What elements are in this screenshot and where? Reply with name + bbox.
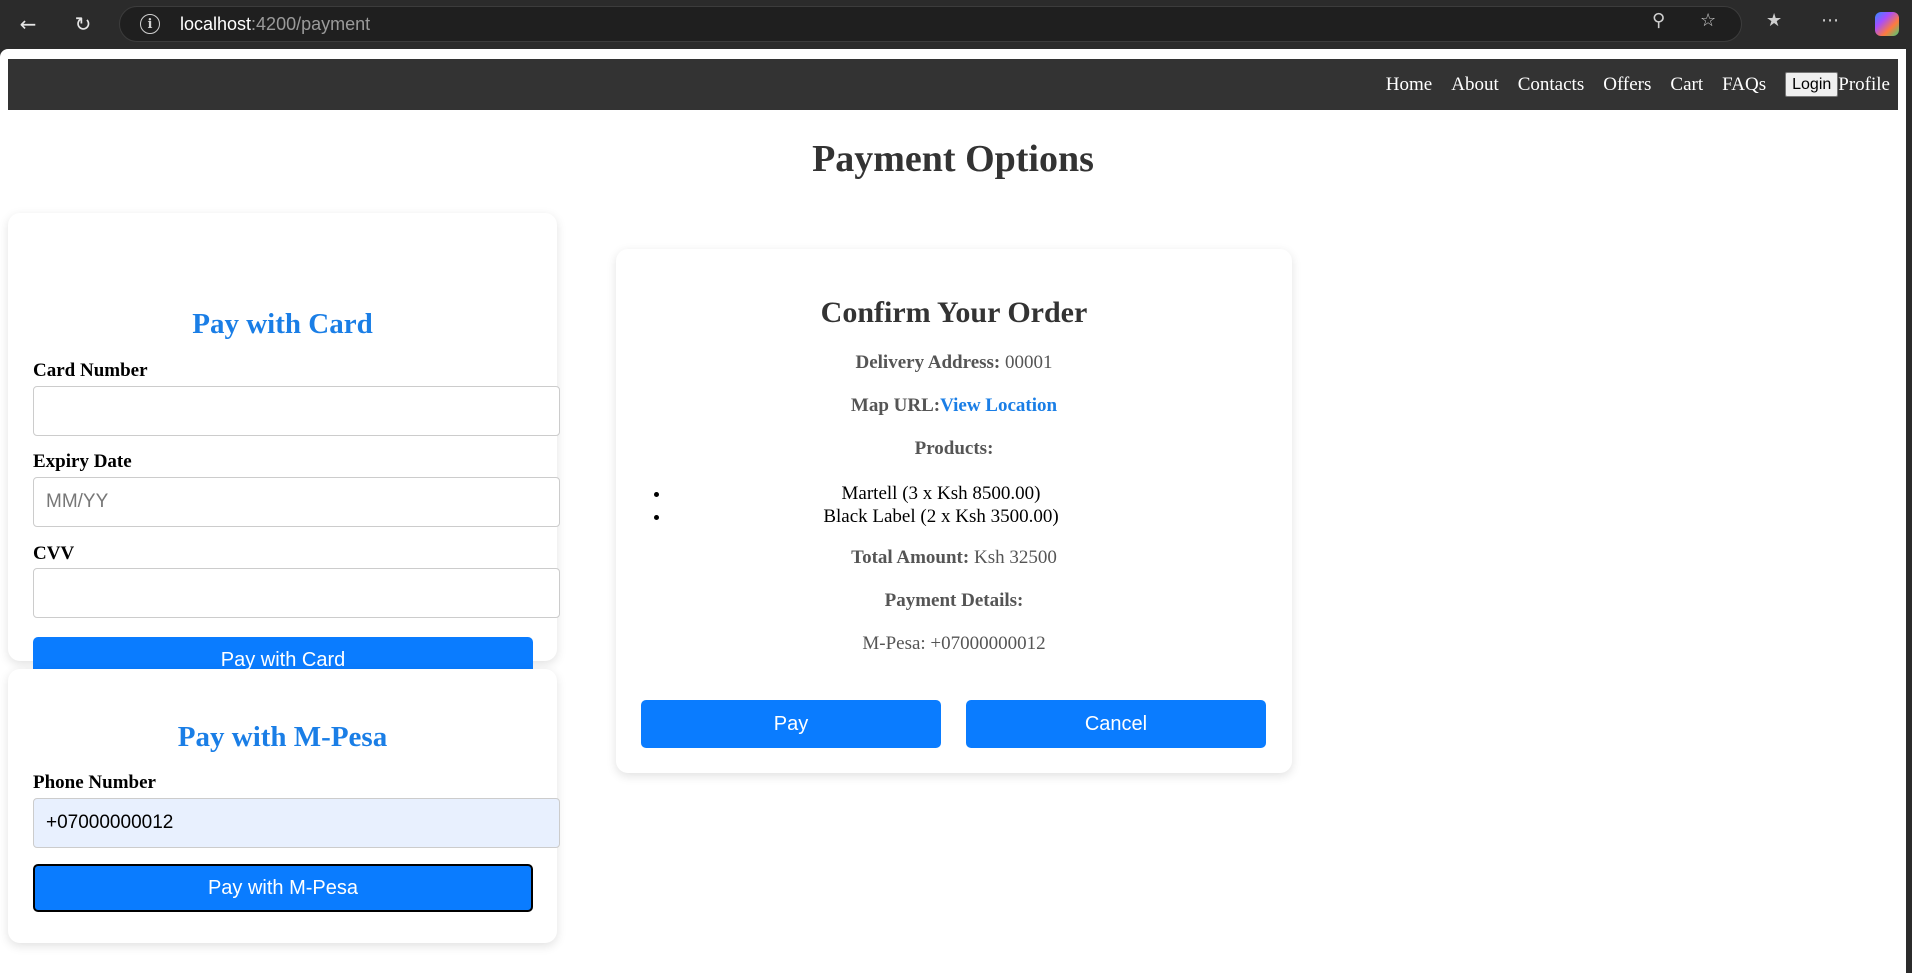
- page-title: Payment Options: [812, 138, 1094, 180]
- url-host: localhost: [180, 13, 252, 34]
- delivery-address-value: 00001: [1005, 352, 1053, 373]
- pay-with-mpesa-button[interactable]: Pay with M-Pesa: [33, 864, 533, 912]
- nav-contacts[interactable]: Contacts: [1518, 74, 1585, 96]
- pay-button[interactable]: Pay: [641, 700, 941, 748]
- card-payment-heading: Pay with Card: [192, 308, 373, 340]
- nav-cart[interactable]: Cart: [1670, 74, 1703, 96]
- list-item: Martell (3 x Ksh 8500.00): [671, 482, 1211, 505]
- mpesa-payment-heading: Pay with M-Pesa: [177, 721, 388, 753]
- phone-number-label: Phone Number: [33, 772, 156, 793]
- confirm-order-heading: Confirm Your Order: [820, 296, 1088, 329]
- payment-details-value: M-Pesa: +07000000012: [862, 633, 1046, 654]
- products-label: Products:: [914, 438, 994, 459]
- delivery-address: Delivery Address: 00001: [616, 352, 1292, 374]
- favorites-icon[interactable]: ★: [1766, 10, 1782, 31]
- total-amount-value: Ksh 32500: [973, 547, 1057, 568]
- url-path: :4200/payment: [251, 13, 371, 34]
- cvv-label: CVV: [33, 543, 75, 564]
- card-number-label: Card Number: [33, 360, 148, 381]
- nav-home[interactable]: Home: [1386, 74, 1432, 96]
- confirm-order-panel: Confirm Your Order Delivery Address: 000…: [616, 249, 1292, 773]
- key-icon[interactable]: ⚲: [1652, 10, 1665, 31]
- card-number-input[interactable]: [33, 386, 560, 436]
- nav-offers[interactable]: Offers: [1603, 74, 1651, 96]
- nav-faqs[interactable]: FAQs: [1722, 74, 1766, 96]
- delivery-address-label: Delivery Address:: [855, 352, 1001, 373]
- total-amount: Total Amount: Ksh 32500: [616, 547, 1292, 569]
- payment-details-label: Payment Details:: [884, 590, 1024, 611]
- star-icon[interactable]: ☆: [1700, 10, 1716, 31]
- expiry-date-input[interactable]: [33, 477, 560, 527]
- expiry-date-label: Expiry Date: [33, 451, 132, 472]
- browser-toolbar: ← ↻ i localhost:4200/payment ⚲ ☆ ★ ⋯: [0, 0, 1912, 49]
- more-icon[interactable]: ⋯: [1821, 10, 1839, 31]
- reload-icon[interactable]: ↻: [63, 8, 103, 40]
- login-button[interactable]: Login: [1785, 72, 1839, 97]
- cvv-input[interactable]: [33, 568, 560, 618]
- address-bar[interactable]: i localhost:4200/payment: [119, 6, 1742, 42]
- product-list: Martell (3 x Ksh 8500.00) Black Label (2…: [671, 482, 1211, 528]
- card-payment-panel: Pay with Card Card Number Expiry Date CV…: [8, 213, 560, 684]
- view-location-link[interactable]: View Location: [940, 395, 1057, 416]
- navbar: Home About Contacts Offers Cart FAQs Log…: [8, 59, 1898, 110]
- page-viewport: Home About Contacts Offers Cart FAQs Log…: [0, 49, 1906, 973]
- mpesa-payment-panel: Pay with M-Pesa Phone Number Pay with M-…: [8, 669, 560, 943]
- nav-profile[interactable]: Profile: [1838, 74, 1890, 96]
- nav-about[interactable]: About: [1451, 74, 1499, 96]
- payment-details-heading: Payment Details:: [616, 590, 1292, 612]
- cancel-button[interactable]: Cancel: [966, 700, 1266, 748]
- copilot-icon[interactable]: [1875, 12, 1899, 36]
- total-amount-label: Total Amount:: [851, 547, 970, 568]
- back-arrow-icon[interactable]: ←: [8, 8, 48, 40]
- map-url: Map URL:View Location: [616, 395, 1292, 417]
- map-url-label: Map URL:: [850, 395, 941, 416]
- site-info-icon[interactable]: i: [140, 14, 160, 34]
- phone-number-input[interactable]: [33, 798, 560, 848]
- products-heading: Products:: [616, 438, 1292, 460]
- list-item: Black Label (2 x Ksh 3500.00): [671, 505, 1211, 528]
